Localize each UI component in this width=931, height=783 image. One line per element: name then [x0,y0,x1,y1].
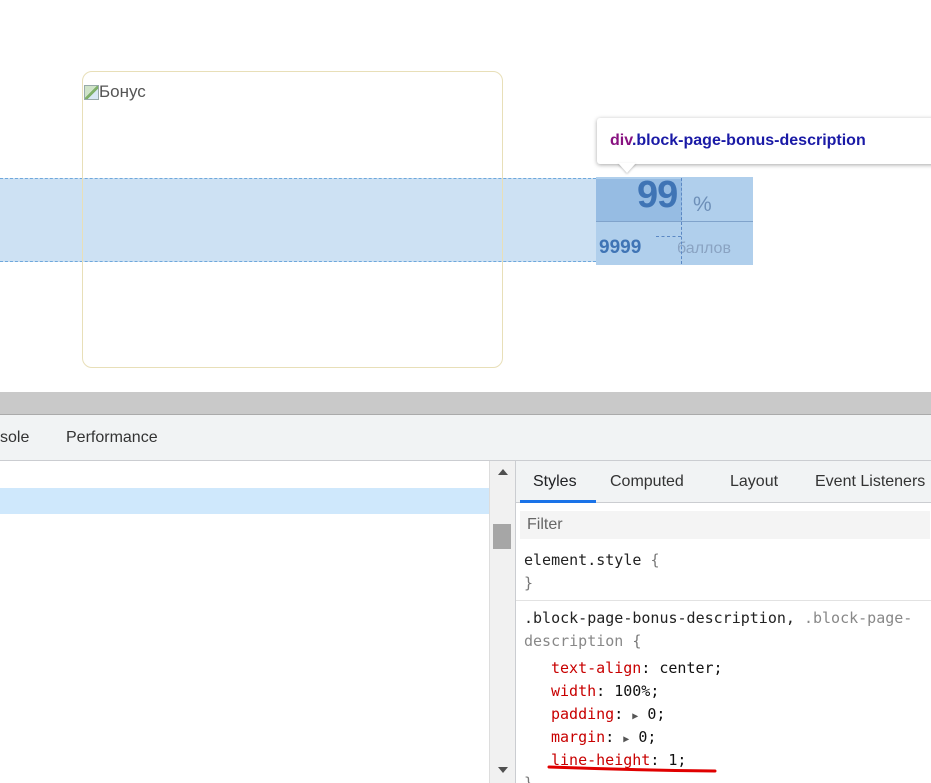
rule-selector-secondary: .block-page- [794,609,913,627]
prop-value: 100%; [614,682,660,700]
tooltip-class: .block-page-bonus-description [631,132,866,149]
rule-selector-line1[interactable]: .block-page-bonus-description, .block-pa… [524,607,912,630]
elements-panel [0,461,489,783]
declaration-padding[interactable]: padding: ▶ 0; [551,703,665,728]
bonus-points-value: 9999 [599,237,642,258]
tab-performance[interactable]: Performance [66,415,158,461]
rule-open-brace: { [623,632,642,650]
element-style-rule[interactable]: element.style { [524,549,659,572]
tab-styles[interactable]: Styles [533,461,577,503]
tooltip-arrow-icon [618,163,636,173]
prop-name: margin [551,728,606,746]
devtools-resize-handle[interactable] [0,392,931,415]
selected-dom-node-row[interactable] [0,488,489,514]
element-style-selector: element.style [524,551,642,569]
rule-close: } [524,772,533,783]
bonus-image: Бонус [84,82,146,102]
element-style-open-brace: { [650,551,660,569]
elements-scrollbar[interactable] [489,461,515,783]
tab-console[interactable]: sole [0,415,29,461]
prop-name: width [551,682,597,700]
declaration-text-align[interactable]: text-align: center; [551,657,723,680]
styles-pane: Styles Computed Layout Event Listeners e… [515,461,931,783]
tab-event-listeners[interactable]: Event Listeners [815,461,925,503]
rule-separator [516,600,931,601]
bonus-percent-sign: % [693,193,712,216]
rule-close-brace: } [524,774,534,783]
styles-tabbar: Styles Computed Layout Event Listeners [516,461,931,503]
bonus-card[interactable] [82,71,503,368]
bonus-points-label: баллов [677,240,731,257]
bonus-percent-value: 99 [637,174,678,216]
tab-computed[interactable]: Computed [610,461,684,503]
prop-value: 0; [638,728,657,746]
guide-line-horizontal [656,236,681,237]
prop-name: padding [551,705,615,723]
active-tab-indicator [520,500,596,503]
guide-line-vertical [681,178,682,264]
rule-selector-line2[interactable]: description { [524,630,641,653]
inspect-tooltip: div.block-page-bonus-description [597,118,931,164]
page-viewport: Бонус 99 % 9999 баллов div.block-page-bo… [0,0,931,392]
rule-selector-primary: .block-page-bonus-description, [524,609,795,627]
broken-image-icon [84,84,99,100]
scroll-up-arrow-icon[interactable] [498,469,508,475]
bonus-divider [596,221,753,222]
tab-layout[interactable]: Layout [730,461,778,503]
devtools-tabbar: sole Performance [0,415,931,461]
prop-value: 0; [647,705,666,723]
scroll-thumb[interactable] [493,524,511,549]
prop-value: center; [659,659,723,677]
prop-name: text-align [551,659,642,677]
rule-selector-continuation: description [524,632,624,650]
declaration-width[interactable]: width: 100%; [551,680,659,703]
annotation-underline [547,765,717,773]
tooltip-tag: div [610,132,632,149]
bonus-image-alt: Бонус [99,82,146,101]
styles-filter-input[interactable] [520,511,930,539]
element-style-close-brace: } [524,574,534,592]
element-style-close: } [524,572,533,595]
declaration-margin[interactable]: margin: ▶ 0; [551,726,656,751]
scroll-down-arrow-icon[interactable] [498,767,508,773]
